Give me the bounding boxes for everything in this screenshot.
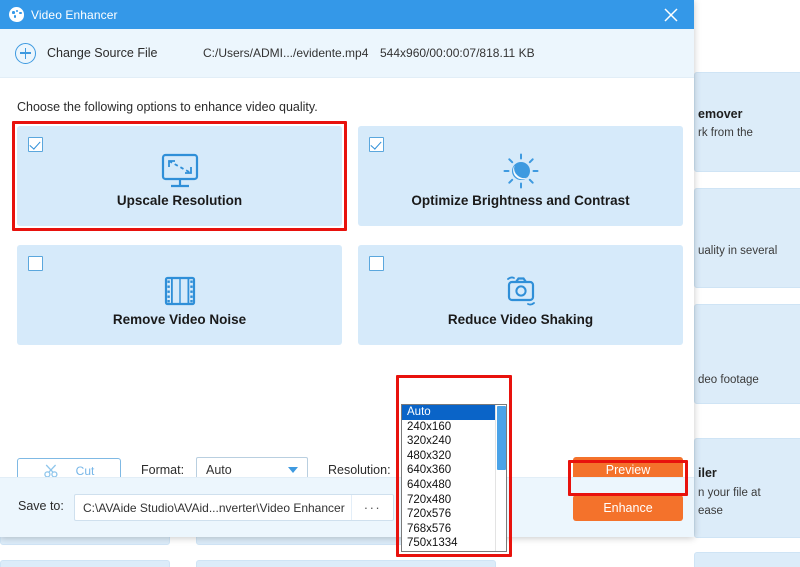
- bg-card: [694, 304, 800, 404]
- dropdown-scrollbar[interactable]: [495, 405, 506, 551]
- option-card-remove-video-noise[interactable]: Remove Video Noise: [17, 245, 342, 345]
- bg-card-desc: ease: [698, 505, 723, 517]
- video-enhancer-dialog: Video Enhancer Change Source File C:/Use…: [0, 0, 694, 537]
- resolution-label: Resolution:: [328, 463, 391, 477]
- chevron-down-icon: [288, 467, 298, 473]
- option-card-optimize-brightness-contrast[interactable]: Optimize Brightness and Contrast: [358, 126, 683, 226]
- dropdown-option-320x240[interactable]: 320x240: [402, 434, 506, 449]
- dropdown-option-720x576[interactable]: 720x576: [402, 507, 506, 522]
- option-label-optimize-brightness-contrast: Optimize Brightness and Contrast: [411, 193, 630, 208]
- bg-card: [694, 188, 800, 288]
- bg-card-title: emover: [698, 107, 743, 121]
- title-bar: Video Enhancer: [0, 0, 694, 29]
- option-card-reduce-video-shaking[interactable]: Reduce Video Shaking: [358, 245, 683, 345]
- monitor-upscale-icon: [158, 152, 202, 197]
- bg-card: [0, 560, 170, 567]
- bg-card-desc: rk from the: [698, 127, 753, 139]
- bg-card: [196, 560, 496, 567]
- dropdown-option-750x1334[interactable]: 750x1334: [402, 536, 506, 551]
- close-icon[interactable]: [648, 0, 694, 29]
- bg-card: [694, 72, 800, 172]
- change-source-file-button[interactable]: Change Source File: [47, 46, 157, 60]
- save-bar: Save to: C:\AVAide Studio\AVAid...nverte…: [0, 477, 694, 537]
- dropdown-option-240x160[interactable]: 240x160: [402, 420, 506, 435]
- checkbox-upscale-resolution[interactable]: [28, 137, 43, 152]
- save-path-value: C:\AVAide Studio\AVAid...nverter\Video E…: [83, 500, 345, 515]
- sun-brightness-icon: [499, 152, 543, 197]
- dropdown-option-640x480[interactable]: 640x480: [402, 478, 506, 493]
- checkbox-optimize-brightness-contrast[interactable]: [369, 137, 384, 152]
- dropdown-option-480x320[interactable]: 480x320: [402, 449, 506, 464]
- save-path-field[interactable]: C:\AVAide Studio\AVAid...nverter\Video E…: [74, 494, 394, 521]
- bg-card: [694, 552, 800, 567]
- screen: emover rk from the uality in several deo…: [0, 0, 800, 567]
- camera-shake-icon: [499, 271, 543, 316]
- checkbox-reduce-video-shaking[interactable]: [369, 256, 384, 271]
- bg-card-desc: n your file at: [698, 487, 761, 499]
- film-strip-icon: [158, 271, 202, 316]
- source-file-meta: 544x960/00:00:07/818.11 KB: [380, 46, 535, 60]
- dialog-body: Choose the following options to enhance …: [0, 78, 694, 537]
- resolution-dropdown-list[interactable]: Auto 240x160 320x240 480x320 640x360 640x480 7…: [401, 404, 507, 552]
- dropdown-option-640x360[interactable]: 640x360: [402, 463, 506, 478]
- instruction-text: Choose the following options to enhance …: [17, 100, 318, 114]
- plus-circle-icon[interactable]: [15, 42, 36, 64]
- checkbox-remove-video-noise[interactable]: [28, 256, 43, 271]
- palette-icon: [9, 7, 24, 22]
- dropdown-scroll-thumb[interactable]: [497, 406, 506, 470]
- dropdown-option-auto[interactable]: Auto: [402, 405, 506, 420]
- bg-card-desc: uality in several: [698, 245, 778, 257]
- format-label: Format:: [141, 463, 185, 477]
- option-label-reduce-video-shaking: Reduce Video Shaking: [447, 312, 594, 327]
- dropdown-option-768x576[interactable]: 768x576: [402, 522, 506, 537]
- dropdown-option-720x480[interactable]: 720x480: [402, 493, 506, 508]
- option-label-remove-video-noise: Remove Video Noise: [112, 312, 247, 327]
- save-to-label: Save to:: [18, 499, 64, 513]
- format-value: Auto: [206, 463, 232, 477]
- enhance-button[interactable]: Enhance: [573, 495, 683, 521]
- option-label-upscale-resolution: Upscale Resolution: [116, 193, 243, 208]
- option-card-upscale-resolution[interactable]: Upscale Resolution: [17, 126, 342, 226]
- bg-card-title: iler: [698, 466, 717, 480]
- cut-label: Cut: [75, 464, 95, 478]
- scissors-icon: [43, 464, 58, 478]
- browse-button[interactable]: ···: [351, 495, 393, 520]
- source-file-path: C:/Users/ADMI.../evidente.mp4: [203, 46, 369, 60]
- source-bar: Change Source File C:/Users/ADMI.../evid…: [0, 29, 694, 78]
- bg-card-desc: deo footage: [698, 374, 759, 386]
- window-title: Video Enhancer: [31, 7, 118, 22]
